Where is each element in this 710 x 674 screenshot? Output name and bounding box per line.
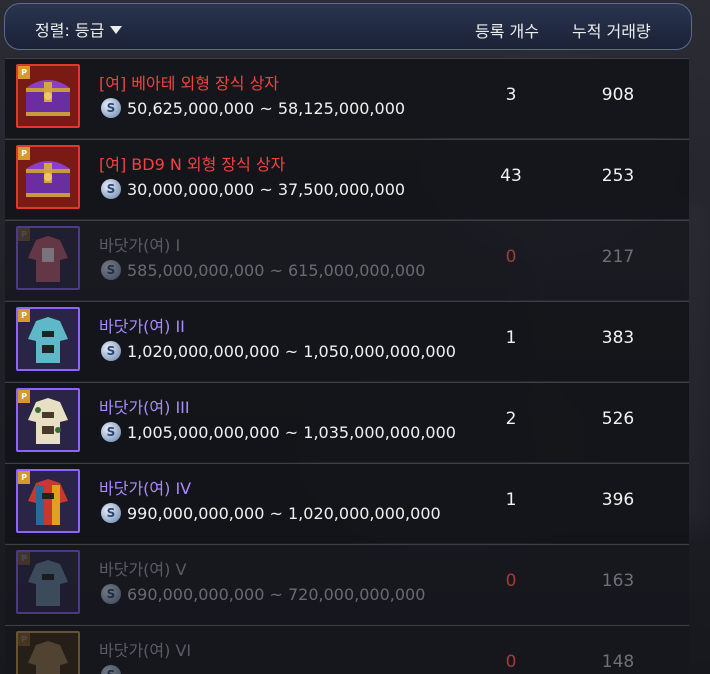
registered-count-header[interactable]: 등록 개수: [475, 18, 539, 42]
price-range-text: 585,000,000,000 ~ 615,000,000,000: [127, 260, 426, 280]
price-range: S 30,000,000,000 ~ 37,500,000,000: [101, 179, 405, 199]
list-item[interactable]: P 바닷가(여) III S 1,005,000,000,000 ~ 1,035…: [5, 382, 689, 462]
outfit-icon: P: [16, 226, 80, 290]
silver-coin-icon: S: [101, 584, 121, 604]
price-range-text: 990,000,000,000 ~ 1,020,000,000,000: [127, 503, 441, 523]
price-range: S: [101, 665, 127, 674]
silver-coin-icon: S: [101, 503, 121, 523]
cumulative-volume-header[interactable]: 누적 거래량: [572, 18, 651, 42]
silver-coin-icon: S: [101, 98, 121, 118]
outfit-icon: P: [16, 469, 80, 533]
cumulative-volume: 526: [601, 409, 635, 429]
sort-dropdown[interactable]: 정렬: 등급: [35, 17, 123, 41]
price-range-text: 50,625,000,000 ~ 58,125,000,000: [127, 98, 406, 118]
cumulative-volume: 396: [601, 490, 635, 510]
outfit-icon: P: [16, 631, 80, 674]
registered-count: 3: [505, 85, 517, 105]
list-item[interactable]: P 바닷가(여) II S 1,020,000,000,000 ~ 1,050,…: [5, 301, 689, 381]
list-item[interactable]: P 바닷가(여) IV S 990,000,000,000 ~ 1,020,00…: [5, 463, 689, 543]
registered-count: 0: [505, 247, 517, 267]
premium-badge: P: [18, 633, 30, 646]
list-header: 정렬: 등급 등록 개수 누적 거래량: [4, 3, 692, 50]
silver-coin-icon: S: [101, 260, 121, 280]
price-range: S 585,000,000,000 ~ 615,000,000,000: [101, 260, 425, 280]
premium-badge: P: [18, 228, 30, 241]
cumulative-volume: 217: [601, 247, 635, 267]
registered-count: 0: [505, 571, 517, 591]
treasure-chest-icon: P: [16, 64, 80, 128]
item-name: 바닷가(여) IV: [99, 479, 192, 498]
premium-badge: P: [18, 309, 30, 322]
cumulative-volume: 163: [601, 571, 635, 591]
registered-count: 1: [505, 490, 517, 510]
silver-coin-icon: S: [101, 665, 121, 674]
price-range-text: 1,020,000,000,000 ~ 1,050,000,000,000: [127, 341, 456, 361]
price-range: S 690,000,000,000 ~ 720,000,000,000: [101, 584, 425, 604]
list-item[interactable]: P 바닷가(여) VI S 0 148: [5, 625, 689, 674]
item-name: 바닷가(여) I: [99, 236, 181, 255]
price-range: S 1,020,000,000,000 ~ 1,050,000,000,000: [101, 341, 456, 361]
premium-badge: P: [18, 552, 30, 565]
premium-badge: P: [18, 471, 30, 484]
item-name: 바닷가(여) II: [99, 317, 185, 336]
price-range-text: 690,000,000,000 ~ 720,000,000,000: [127, 584, 426, 604]
item-list: P [여] 베아테 외형 장식 상자 S 50,625,000,000 ~ 58…: [5, 58, 689, 674]
item-name: 바닷가(여) VI: [99, 641, 192, 660]
treasure-chest-icon: P: [16, 145, 80, 209]
cumulative-volume: 383: [601, 328, 635, 348]
item-name: [여] BD9 N 외형 장식 상자: [99, 155, 286, 174]
list-item[interactable]: P [여] 베아테 외형 장식 상자 S 50,625,000,000 ~ 58…: [5, 58, 689, 138]
premium-badge: P: [18, 66, 30, 79]
silver-coin-icon: S: [101, 341, 121, 361]
registered-count: 2: [505, 409, 517, 429]
cumulative-volume: 253: [601, 166, 635, 186]
cumulative-volume: 908: [601, 85, 635, 105]
item-name: [여] 베아테 외형 장식 상자: [99, 74, 280, 93]
registered-count: 0: [505, 652, 517, 672]
cumulative-volume: 148: [601, 652, 635, 672]
list-item[interactable]: P 바닷가(여) V S 690,000,000,000 ~ 720,000,0…: [5, 544, 689, 624]
caret-down-icon: [110, 26, 123, 34]
item-name: 바닷가(여) III: [99, 398, 190, 417]
registered-count: 43: [500, 166, 522, 186]
premium-badge: P: [18, 147, 30, 160]
list-item[interactable]: P 바닷가(여) I S 585,000,000,000 ~ 615,000,0…: [5, 220, 689, 300]
silver-coin-icon: S: [101, 179, 121, 199]
price-range-text: 1,005,000,000,000 ~ 1,035,000,000,000: [127, 422, 456, 442]
silver-coin-icon: S: [101, 422, 121, 442]
item-name: 바닷가(여) V: [99, 560, 187, 579]
outfit-icon: P: [16, 388, 80, 452]
sort-label: 정렬: 등급: [35, 21, 105, 40]
outfit-icon: P: [16, 550, 80, 614]
price-range: S 50,625,000,000 ~ 58,125,000,000: [101, 98, 405, 118]
price-range: S 1,005,000,000,000 ~ 1,035,000,000,000: [101, 422, 456, 442]
registered-count: 1: [505, 328, 517, 348]
outfit-icon: P: [16, 307, 80, 371]
premium-badge: P: [18, 390, 30, 403]
list-item[interactable]: P [여] BD9 N 외형 장식 상자 S 30,000,000,000 ~ …: [5, 139, 689, 219]
price-range: S 990,000,000,000 ~ 1,020,000,000,000: [101, 503, 441, 523]
price-range-text: 30,000,000,000 ~ 37,500,000,000: [127, 179, 406, 199]
